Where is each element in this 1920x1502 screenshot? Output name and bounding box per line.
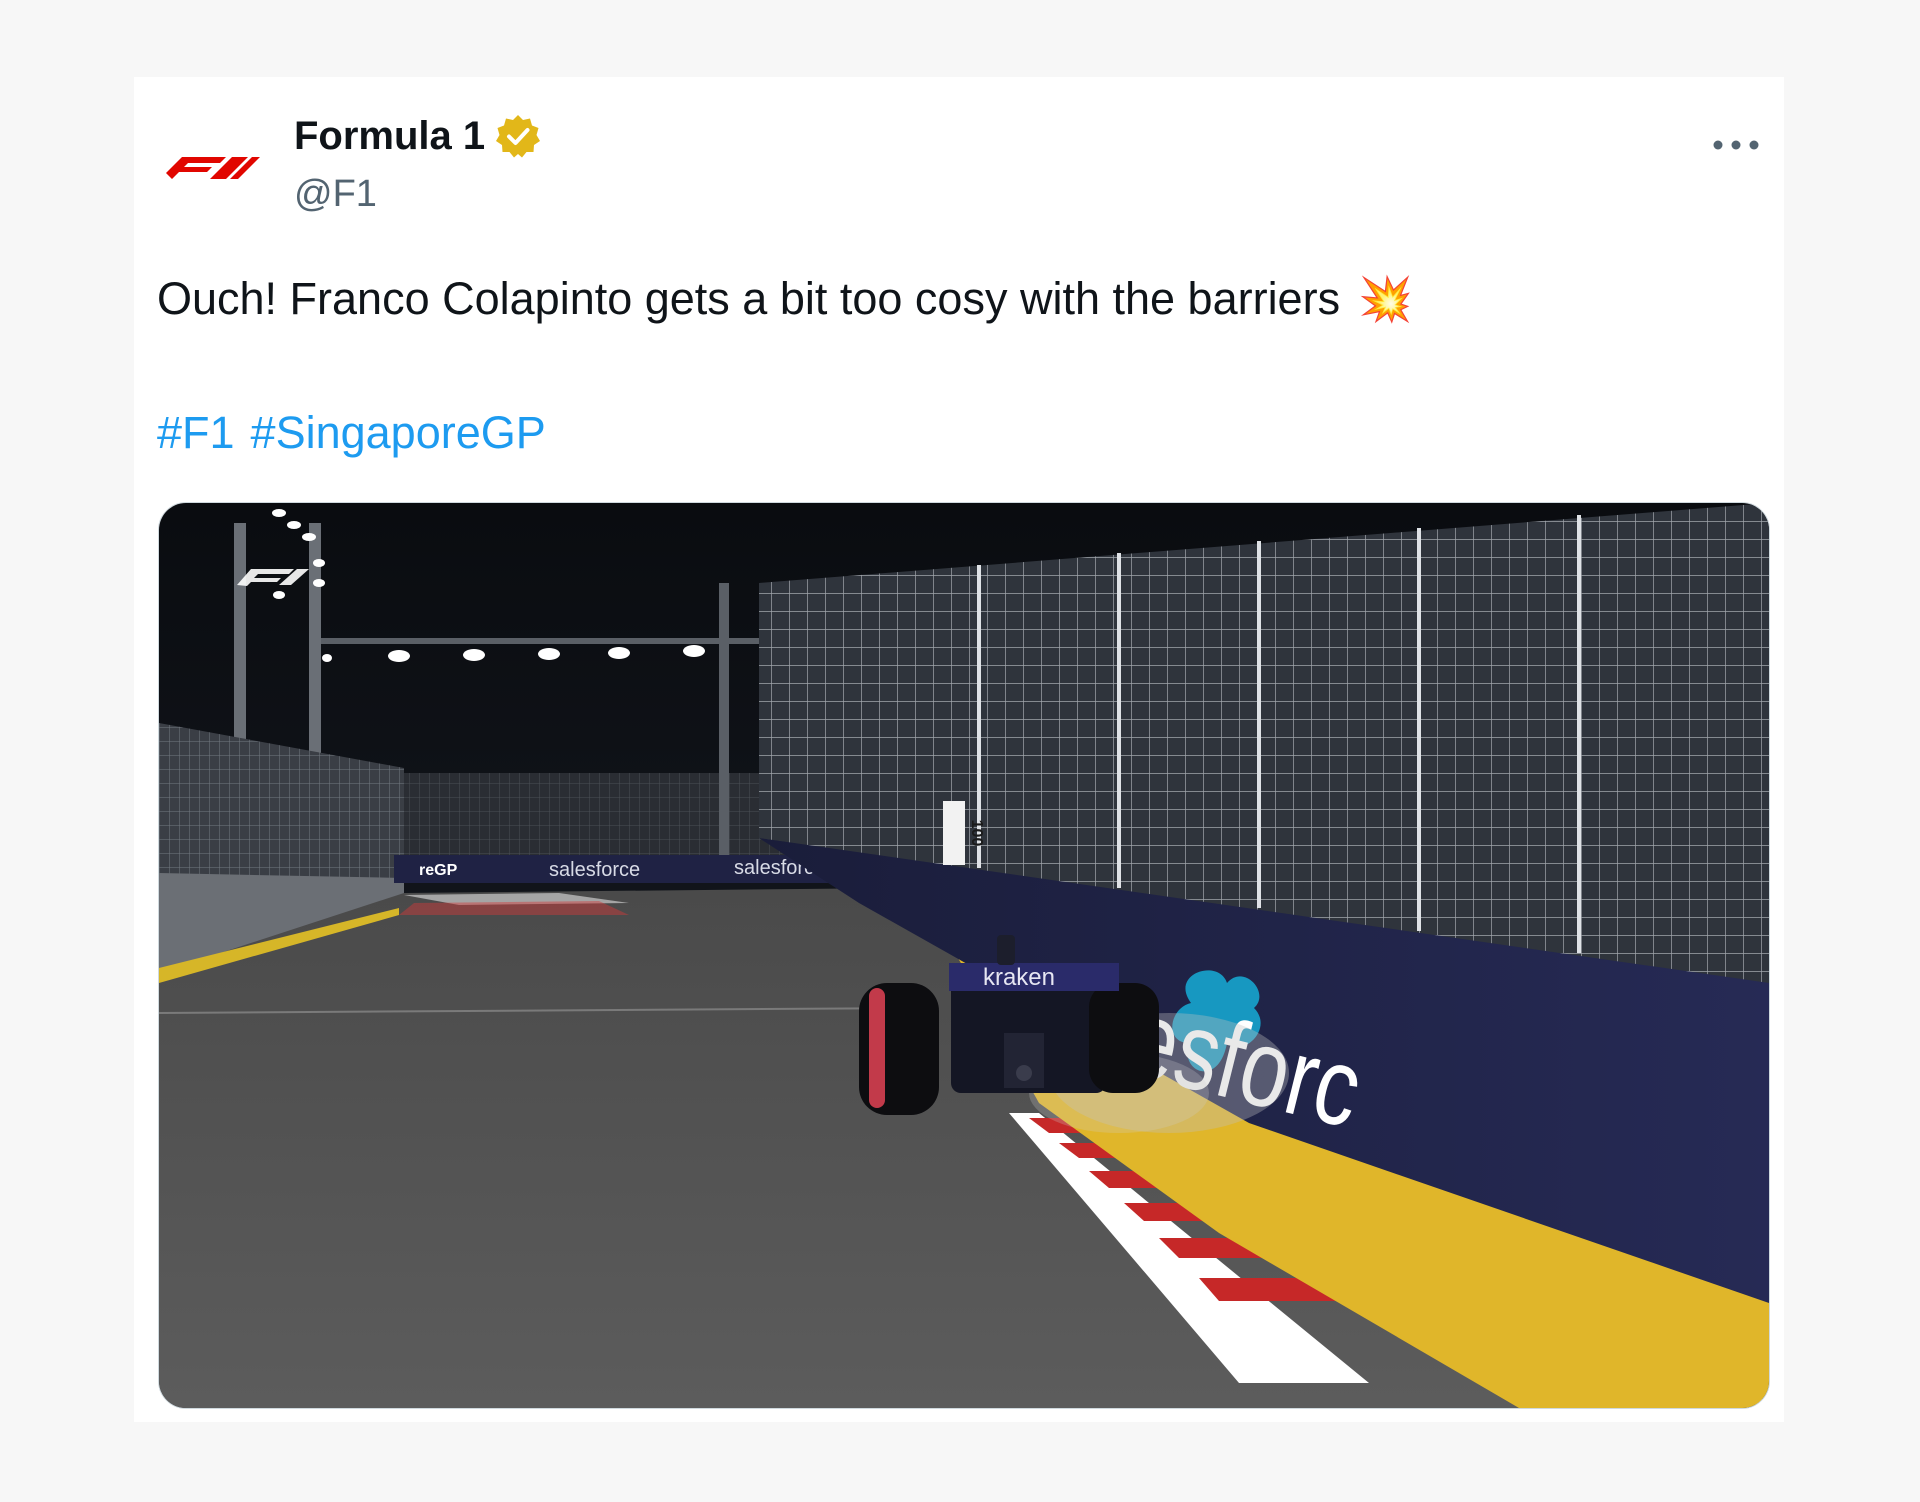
race-photo: reGP salesforce salesforce 100 salesforc… bbox=[159, 503, 1769, 1408]
author-handle[interactable]: @F1 bbox=[294, 173, 377, 216]
far-left-banner-text: reGP bbox=[419, 862, 458, 879]
hashtag-f1[interactable]: #F1 bbox=[157, 407, 235, 459]
collision-emoji: 💥 bbox=[1358, 275, 1413, 324]
hashtags: #F1 #SingaporeGP bbox=[157, 407, 546, 459]
marker-board-text: 100 bbox=[968, 820, 985, 847]
hashtag-singaporegp[interactable]: #SingaporeGP bbox=[251, 407, 546, 459]
verified-badge-icon bbox=[496, 115, 541, 158]
f1-logo-icon bbox=[166, 157, 260, 179]
author-name-row: Formula 1 bbox=[294, 113, 541, 159]
tweet-media-image[interactable]: reGP salesforce salesforce 100 salesforc… bbox=[158, 502, 1770, 1409]
more-options-button[interactable] bbox=[1708, 125, 1764, 165]
left-banner-1-text: salesforce bbox=[549, 859, 640, 881]
more-options-icon bbox=[1713, 140, 1759, 150]
tweet-card: Formula 1 @F1 Ouch! Franco Colapinto get… bbox=[134, 77, 1784, 1422]
avatar[interactable] bbox=[160, 137, 264, 197]
author-display-name[interactable]: Formula 1 bbox=[294, 114, 485, 159]
rear-wing-text: kraken bbox=[983, 964, 1055, 991]
tweet-body: Ouch! Franco Colapinto gets a bit too co… bbox=[157, 273, 1341, 324]
tweet-text: Ouch! Franco Colapinto gets a bit too co… bbox=[157, 273, 1413, 325]
